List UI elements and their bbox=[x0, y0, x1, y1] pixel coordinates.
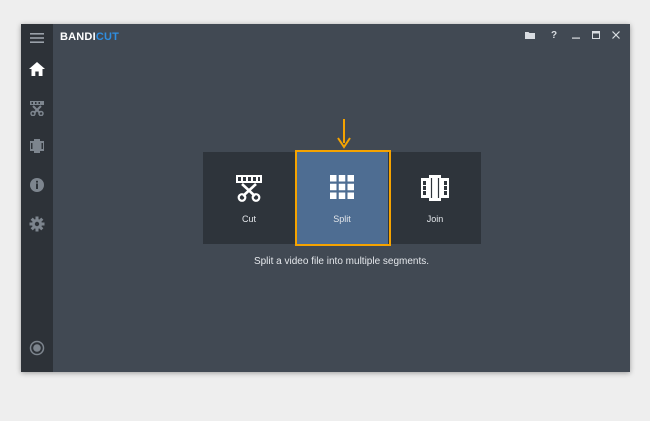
grid-icon bbox=[330, 175, 354, 199]
mode-join-button[interactable]: Join bbox=[389, 152, 481, 244]
mode-split-label: Split bbox=[333, 214, 351, 224]
settings-icon[interactable] bbox=[21, 210, 53, 238]
cut-icon[interactable] bbox=[21, 94, 53, 122]
info-icon[interactable] bbox=[21, 171, 53, 199]
mode-selector: Cut Split Join bbox=[203, 152, 481, 244]
minimize-icon[interactable] bbox=[568, 27, 584, 43]
scissors-film-icon bbox=[236, 175, 262, 202]
mode-description: Split a video file into multiple segment… bbox=[253, 256, 430, 267]
sidebar bbox=[21, 24, 53, 372]
home-icon[interactable] bbox=[21, 55, 53, 83]
logo-text-bandi: BANDI bbox=[60, 31, 96, 43]
help-icon[interactable]: ? bbox=[546, 27, 562, 43]
menu-icon[interactable] bbox=[21, 24, 53, 52]
maximize-icon[interactable] bbox=[588, 27, 604, 43]
join-icon[interactable] bbox=[21, 132, 53, 160]
film-join-icon bbox=[421, 175, 449, 201]
record-icon[interactable] bbox=[21, 334, 53, 362]
folder-icon[interactable] bbox=[522, 27, 538, 43]
app-window: BANDICUT ? Cut Split Join Split a video … bbox=[21, 24, 630, 372]
mode-join-label: Join bbox=[426, 214, 444, 224]
mode-cut-button[interactable]: Cut bbox=[203, 152, 295, 244]
close-icon[interactable] bbox=[608, 27, 624, 43]
down-arrow-icon bbox=[337, 119, 351, 149]
mode-cut-label: Cut bbox=[241, 214, 256, 224]
mode-split-button[interactable]: Split bbox=[296, 152, 388, 244]
app-logo: BANDICUT bbox=[60, 30, 119, 44]
logo-text-cut: CUT bbox=[95, 31, 120, 43]
